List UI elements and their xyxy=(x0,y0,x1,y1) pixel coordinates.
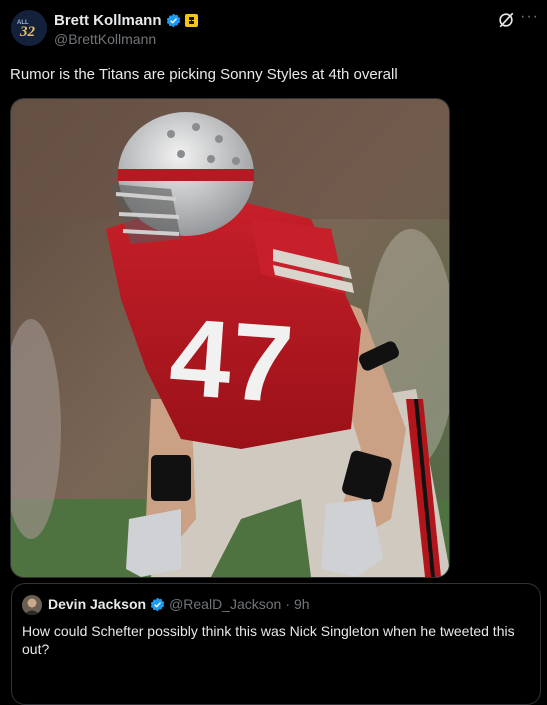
quoted-author-avatar[interactable] xyxy=(22,595,42,615)
svg-text:32: 32 xyxy=(19,24,36,40)
quoted-author-line: Devin Jackson @RealD_Jackson · 9h xyxy=(48,596,310,612)
tweet-header: ALL 32 Brett Kollmann @BrettKollmann ··· xyxy=(0,0,547,58)
author-handle[interactable]: @BrettKollmann xyxy=(54,31,156,47)
author-display-name[interactable]: Brett Kollmann xyxy=(54,12,162,29)
verified-badge-icon xyxy=(150,597,165,611)
quoted-handle[interactable]: @RealD_Jackson xyxy=(169,596,281,612)
quoted-tweet[interactable]: Devin Jackson @RealD_Jackson · 9h How co… xyxy=(11,583,541,705)
author-avatar-logo: ALL 32 xyxy=(11,10,47,46)
more-options-icon[interactable]: ··· xyxy=(520,8,539,26)
quoted-avatar-image xyxy=(22,595,42,615)
author-name-line: Brett Kollmann xyxy=(54,10,198,30)
grok-icon[interactable] xyxy=(497,11,515,29)
tweet-photo[interactable]: 47 xyxy=(10,98,450,578)
verified-badge-icon xyxy=(166,13,180,27)
quoted-tweet-text: How could Schefter possibly think this w… xyxy=(22,623,515,657)
football-player-image: 47 xyxy=(11,99,449,577)
quoted-display-name[interactable]: Devin Jackson xyxy=(48,596,146,612)
tweet-text: Rumor is the Titans are picking Sonny St… xyxy=(10,66,398,83)
quoted-separator: · xyxy=(285,596,290,612)
author-avatar[interactable]: ALL 32 xyxy=(11,10,47,46)
affiliate-badge-icon[interactable] xyxy=(184,13,198,27)
svg-text:47: 47 xyxy=(166,295,297,426)
quoted-timestamp[interactable]: 9h xyxy=(294,596,310,612)
